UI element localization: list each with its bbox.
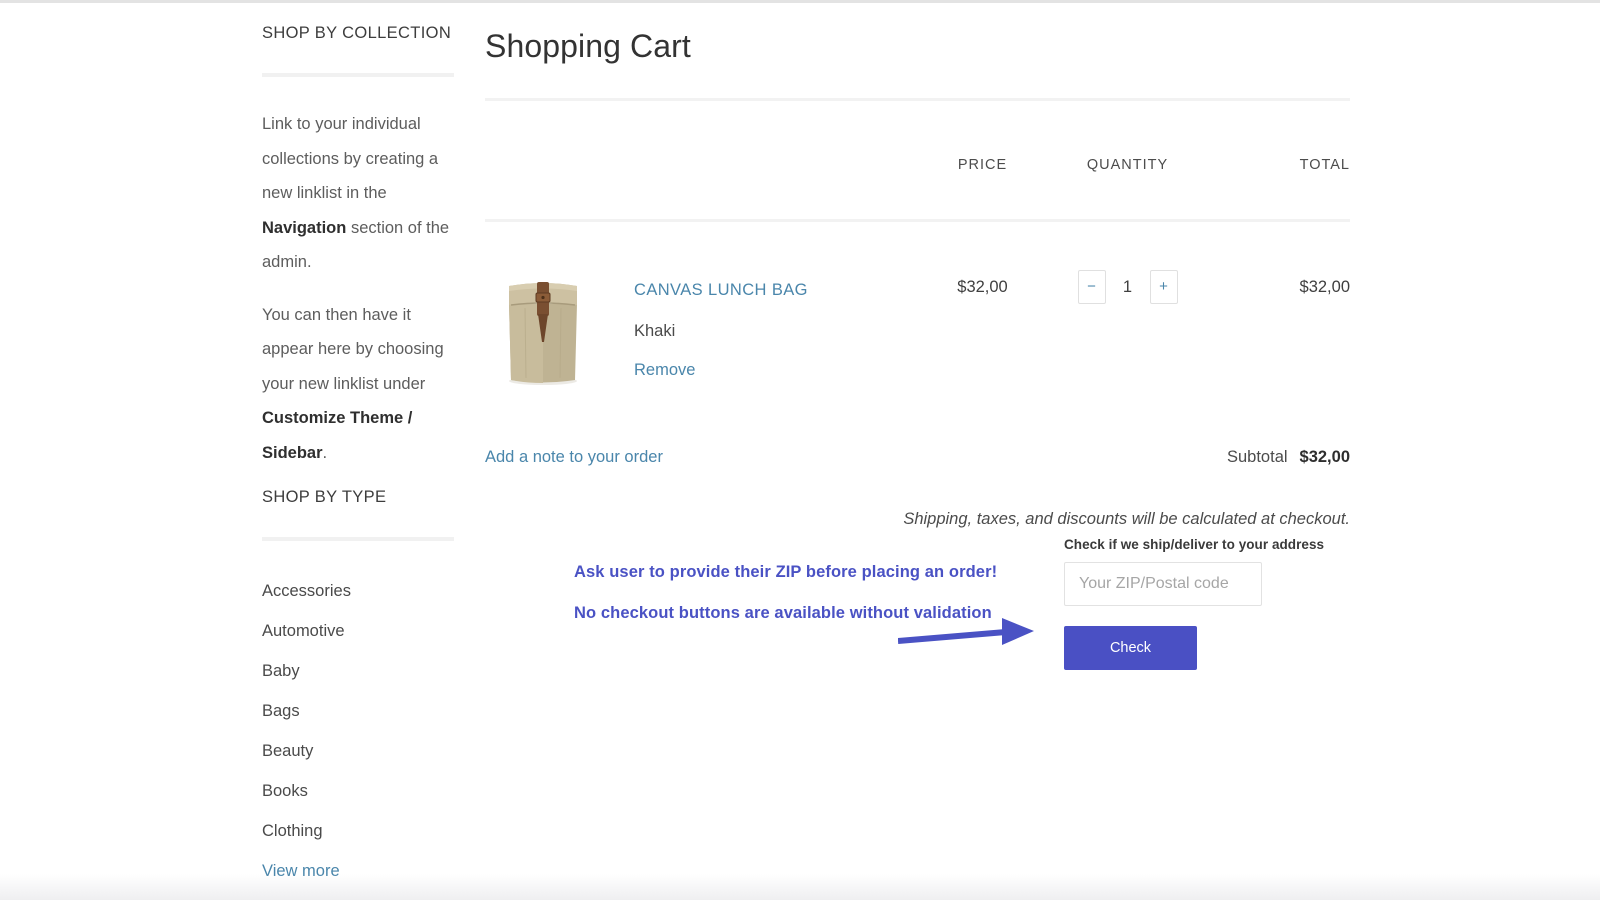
sidebar-item-books[interactable]: Books [262, 771, 458, 811]
page-bottom-shadow [0, 874, 1600, 900]
sidebar-paragraph-collection: Link to your individual collections by c… [262, 107, 458, 280]
column-header-total: TOTAL [1205, 101, 1350, 222]
shipping-note: Shipping, taxes, and discounts will be c… [903, 510, 1350, 528]
product-variant: Khaki [634, 322, 676, 340]
viewport-top-rule [0, 0, 1600, 3]
quantity-decrement-button[interactable]: − [1077, 270, 1106, 304]
subtotal-row: Subtotal $32,00 [1227, 448, 1350, 467]
check-zip-button[interactable]: Check [1064, 626, 1197, 670]
sidebar-item-automotive[interactable]: Automotive [262, 611, 458, 651]
remove-item-link[interactable]: Remove [634, 361, 808, 380]
sidebar-type-list: Accessories Automotive Baby Bags Beauty … [262, 571, 458, 891]
sidebar-item-bags[interactable]: Bags [262, 691, 458, 731]
column-header-price: PRICE [915, 101, 1050, 222]
sidebar-divider-collection [262, 73, 454, 77]
product-thumbnail[interactable] [485, 260, 602, 396]
zip-widget-label: Check if we ship/deliver to your address [1064, 537, 1325, 552]
sidebar-paragraph-customize-suffix: . [322, 443, 328, 462]
quantity-stepper: − 1 + [1077, 270, 1178, 304]
cart-item-row: CANVAS LUNCH BAG Khaki Remove $32,00 − 1… [485, 221, 1350, 397]
sidebar-item-accessories[interactable]: Accessories [262, 571, 458, 611]
add-note-link[interactable]: Add a note to your order [485, 448, 663, 467]
cart-item-price: $32,00 [957, 278, 1008, 296]
subtotal-value: $32,00 [1299, 448, 1350, 466]
annotation-zip-required: Ask user to provide their ZIP before pla… [574, 563, 998, 581]
sidebar-paragraph-customize: You can then have it appear here by choo… [262, 298, 458, 471]
column-header-product [485, 101, 915, 222]
cart-main: Shopping Cart PRICE QUANTITY TOTAL CANVA… [485, 28, 1350, 529]
sidebar-heading-collection: SHOP BY COLLECTION [262, 24, 452, 42]
cart-item-quantity-cell: − 1 + [1050, 221, 1205, 397]
sidebar-item-clothing[interactable]: Clothing [262, 811, 458, 851]
canvas-lunch-bag-image [485, 260, 602, 396]
sidebar-paragraph-customize-bold: Customize Theme / Sidebar [262, 409, 413, 462]
sidebar-item-beauty[interactable]: Beauty [262, 731, 458, 771]
sidebar-paragraph-collection-prefix: Link to your individual collections by c… [262, 115, 439, 202]
sidebar-divider-type [262, 537, 454, 541]
cart-table-header-row: PRICE QUANTITY TOTAL [485, 101, 1350, 222]
quantity-increment-button[interactable]: + [1149, 270, 1178, 304]
zip-input[interactable] [1064, 562, 1262, 606]
cart-item-total: $32,00 [1299, 278, 1350, 296]
zip-validation-widget: Check if we ship/deliver to your address… [1064, 537, 1325, 670]
cart-footer: Add a note to your order Subtotal $32,00 [485, 448, 1350, 480]
product-meta: CANVAS LUNCH BAG Khaki Remove [634, 260, 808, 396]
arrow-right-icon [898, 618, 1034, 645]
sidebar-paragraph-collection-bold: Navigation [262, 218, 347, 237]
cart-item-product-cell: CANVAS LUNCH BAG Khaki Remove [485, 221, 915, 396]
subtotal-label: Subtotal [1226, 448, 1288, 466]
quantity-value[interactable]: 1 [1115, 278, 1141, 297]
sidebar-heading-type: SHOP BY TYPE [262, 488, 387, 506]
sidebar-paragraph-customize-prefix: You can then have it appear here by choo… [262, 305, 444, 393]
page-root: SHOP BY COLLECTION Link to your individu… [0, 0, 1600, 900]
product-title-link[interactable]: CANVAS LUNCH BAG [634, 281, 808, 300]
cart-table: PRICE QUANTITY TOTAL CANVAS LUNCH BAG Kh… [485, 101, 1350, 396]
page-title: Shopping Cart [485, 28, 691, 64]
column-header-quantity: QUANTITY [1050, 101, 1205, 222]
sidebar-item-baby[interactable]: Baby [262, 651, 458, 691]
sidebar: SHOP BY COLLECTION Link to your individu… [262, 24, 458, 891]
